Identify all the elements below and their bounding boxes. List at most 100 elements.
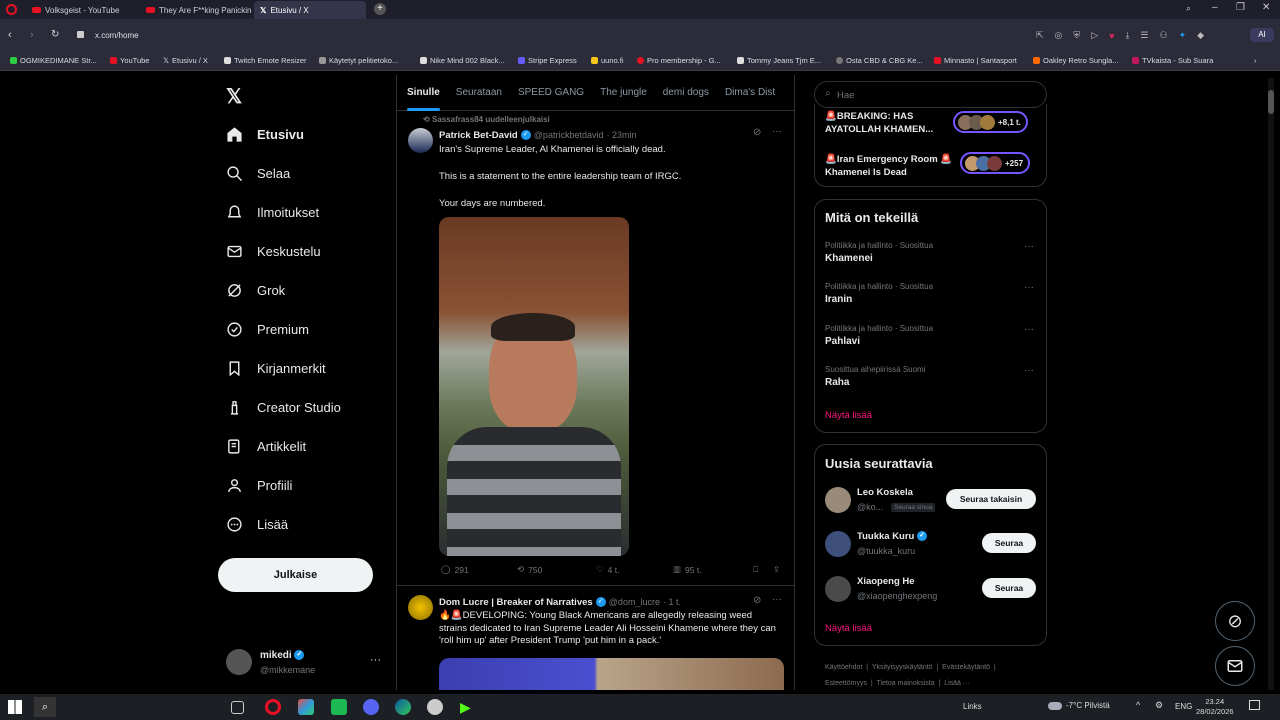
- search-tabs-icon[interactable]: ⌕: [1186, 3, 1191, 14]
- cube-icon[interactable]: ◆: [1197, 30, 1204, 41]
- bookmark[interactable]: OGMIKEDIMANE Str...: [10, 56, 97, 65]
- settings-icon[interactable]: ⚙: [1155, 700, 1163, 711]
- bookmark[interactable]: uuno.fi: [591, 56, 624, 65]
- task-view-icon[interactable]: [231, 701, 244, 714]
- author-name[interactable]: Dom Lucre | Breaker of Narratives: [439, 597, 593, 608]
- nav-bookmarks[interactable]: Kirjanmerkit: [226, 360, 326, 377]
- messages-floating-button[interactable]: [1215, 646, 1255, 686]
- bookmark[interactable]: Pro membership - G...: [637, 56, 721, 65]
- tweet[interactable]: ⟲ Sassafrass84 uudelleenjulkaisi Patrick…: [397, 112, 794, 586]
- trend-item[interactable]: Politiikka ja hallinto · Suosittua Khamen…: [825, 241, 1037, 264]
- news-item[interactable]: 🚨Iran Emergency Room 🚨 Khamenei Is Dead: [825, 153, 955, 179]
- opera-logo-icon[interactable]: [6, 4, 17, 15]
- more-icon[interactable]: ···: [772, 126, 782, 137]
- author-handle[interactable]: @patrickbetdavid: [534, 130, 604, 140]
- nav-notifications[interactable]: Ilmoitukset: [226, 204, 319, 221]
- show-more-link[interactable]: Näytä lisää: [825, 410, 872, 421]
- account-more-icon[interactable]: ···: [370, 654, 381, 666]
- grok-icon[interactable]: ⊘: [753, 595, 761, 606]
- tab-demi-dogs[interactable]: demi dogs: [663, 75, 709, 111]
- nav-home[interactable]: Etusivu: [226, 126, 304, 143]
- share-icon[interactable]: ⇪: [773, 564, 780, 575]
- author-name[interactable]: Patrick Bet-David: [439, 130, 518, 141]
- menu-icon[interactable]: ☰: [1140, 30, 1148, 41]
- footer-link[interactable]: Tietoa mainoksista: [877, 680, 935, 687]
- bookmark[interactable]: Stripe Express: [518, 56, 577, 65]
- nav-grok[interactable]: Grok: [226, 282, 285, 299]
- more-icon[interactable]: ···: [1024, 324, 1034, 335]
- edge-icon[interactable]: [395, 699, 411, 715]
- bookmark[interactable]: YouTube: [110, 56, 149, 65]
- bookmark[interactable]: 𝕏 Etusivu / X: [163, 56, 208, 65]
- search-input[interactable]: [837, 87, 1037, 103]
- close-window-button[interactable]: ✕: [1262, 2, 1270, 13]
- windows-start-icon[interactable]: [8, 700, 22, 714]
- tab-the-jungle[interactable]: The jungle: [600, 75, 647, 111]
- x-logo-icon[interactable]: 𝕏: [226, 84, 242, 109]
- discord-icon[interactable]: [363, 699, 379, 715]
- links-toolbar[interactable]: Links: [963, 702, 982, 711]
- heart-icon[interactable]: ♥: [1109, 31, 1114, 41]
- nav-explore[interactable]: Selaa: [226, 165, 290, 182]
- tweet-time[interactable]: · 23min: [607, 130, 637, 140]
- grok-icon[interactable]: ⊘: [753, 127, 761, 138]
- follow-button[interactable]: Seuraa: [982, 533, 1036, 553]
- post-button[interactable]: Julkaise: [218, 558, 373, 592]
- trend-item[interactable]: Politiikka ja hallinto · Suosittua Pahlav…: [825, 324, 1037, 347]
- more-icon[interactable]: ···: [772, 594, 782, 605]
- more-icon[interactable]: ···: [1024, 282, 1034, 293]
- bookmark[interactable]: Minnasto | Santasport: [934, 56, 1017, 65]
- back-button[interactable]: ‹: [8, 29, 12, 41]
- tab-dimas-dist[interactable]: Dima's Dist: [725, 75, 775, 111]
- tweet-media[interactable]: [439, 658, 784, 690]
- repost-button[interactable]: ⟲ 750: [517, 564, 542, 575]
- more-bookmarks-icon[interactable]: ›: [1254, 56, 1257, 65]
- language-indicator[interactable]: ENG: [1175, 702, 1192, 711]
- clock[interactable]: 23.24 28/02/2026: [1196, 697, 1234, 717]
- ai-button[interactable]: AI: [1250, 28, 1274, 42]
- follow-back-button[interactable]: Seuraa takaisin: [946, 489, 1036, 509]
- extension-icon[interactable]: ✦: [1179, 30, 1187, 41]
- nav-more[interactable]: Lisää: [226, 516, 288, 533]
- bookmark-icon[interactable]: ⎕: [753, 564, 758, 575]
- footer-link[interactable]: Evästekäytäntö: [942, 664, 990, 671]
- nav-articles[interactable]: Artikkelit: [226, 438, 306, 455]
- follow-button[interactable]: Seuraa: [982, 578, 1036, 598]
- like-button[interactable]: ♡ 4 t.: [596, 564, 619, 575]
- opera-icon[interactable]: [265, 699, 281, 715]
- show-more-link[interactable]: Näytä lisää: [825, 623, 872, 634]
- reply-button[interactable]: ◯ 291: [441, 564, 469, 575]
- play-icon[interactable]: ▷: [1091, 30, 1098, 41]
- tweet-time[interactable]: · 1 t.: [663, 597, 681, 607]
- author-handle[interactable]: @dom_lucre: [609, 597, 660, 607]
- tab-for-you[interactable]: Sinulle: [407, 75, 440, 111]
- maximize-button[interactable]: ❐: [1236, 2, 1245, 13]
- nav-creator-studio[interactable]: Creator Studio: [226, 399, 341, 416]
- scrollbar[interactable]: [1268, 78, 1274, 690]
- bookmark[interactable]: Käytetyt pelitietoko...: [319, 56, 398, 65]
- shield-icon[interactable]: ⛨: [1073, 30, 1080, 41]
- news-avatars[interactable]: +257: [960, 152, 1031, 174]
- bookmark[interactable]: TVkaista - Sub Suara: [1132, 56, 1213, 65]
- bookmark[interactable]: Oakley Retro Sungla...: [1033, 56, 1118, 65]
- video-player[interactable]: [439, 217, 629, 556]
- news-avatars[interactable]: +8,1 t.: [953, 111, 1028, 133]
- tab-etusivu-x[interactable]: 𝕏 Etusivu / X: [254, 1, 366, 19]
- app-icon[interactable]: [298, 699, 314, 715]
- new-tab-button[interactable]: +: [374, 3, 386, 15]
- avatar[interactable]: [408, 595, 433, 620]
- avatar[interactable]: [408, 128, 433, 153]
- weather-widget[interactable]: -7°C Pilvistä: [1048, 701, 1110, 710]
- notifications-icon[interactable]: [1249, 700, 1260, 710]
- scrollbar-thumb[interactable]: [1268, 90, 1274, 114]
- app-icon[interactable]: [427, 699, 443, 715]
- camera-icon[interactable]: ◎: [1055, 30, 1063, 41]
- bookmark[interactable]: Tommy Jeans Tjm E...: [737, 56, 821, 65]
- bookmark[interactable]: Twitch Emote Resizer: [224, 56, 307, 65]
- download-icon[interactable]: ⤓: [1125, 30, 1129, 41]
- footer-link[interactable]: Esteettömyys: [825, 680, 867, 687]
- tray-chevron-icon[interactable]: ^: [1136, 700, 1140, 710]
- footer-link[interactable]: Lisää ···: [944, 680, 970, 687]
- nav-premium[interactable]: Premium: [226, 321, 309, 338]
- bookmark[interactable]: Osta CBD & CBG Ke...: [836, 56, 923, 65]
